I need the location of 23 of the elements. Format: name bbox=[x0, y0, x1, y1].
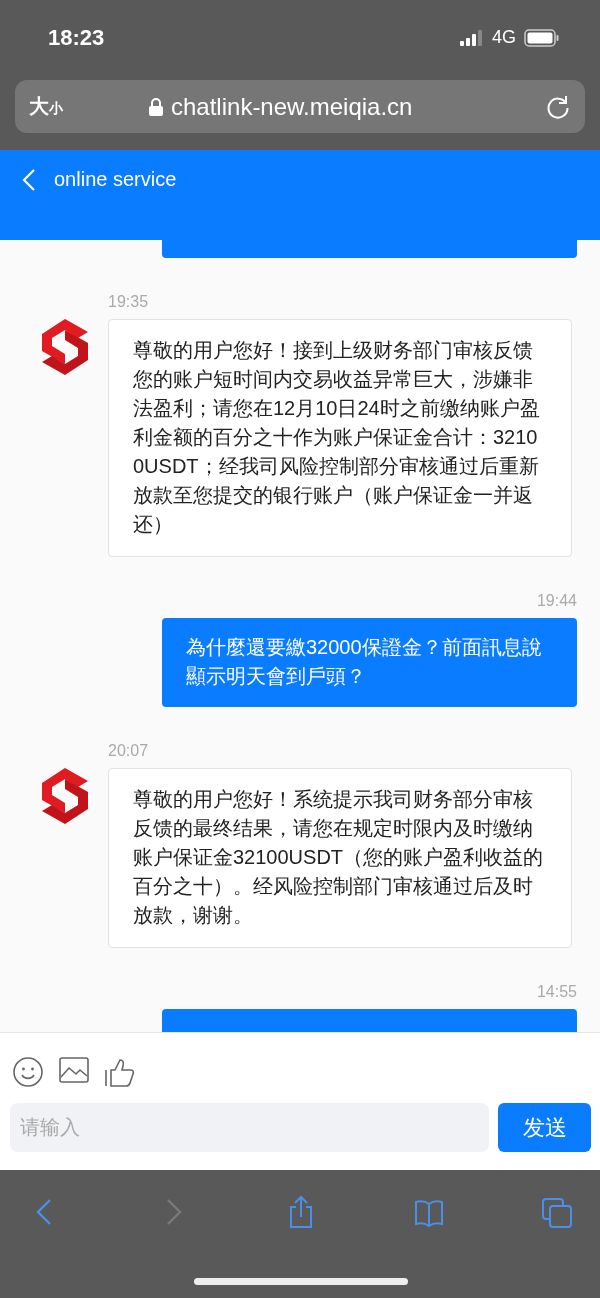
agent-message: 尊敬的用户您好！接到上级财务部门审核反馈您的账户短时间内交易收益异常巨大，涉嫌非法盈利；请您在12月10日24时之前缴纳账户盈利金额的百分之十作为账户保证金合计：32100USDT；经我司风险控制部分审核通过后重新放款至您提交的银行账户（账户保证金一并返还） bbox=[108, 319, 572, 557]
message-time: 14:55 bbox=[535, 982, 577, 1002]
network-label: 4G bbox=[492, 27, 516, 48]
logo-icon bbox=[40, 319, 90, 375]
user-message: 為什麼還要繳32000保證金？前面訊息說顯示明天會到戶頭？ bbox=[162, 618, 577, 707]
message-time: 19:44 bbox=[535, 591, 577, 611]
url-text: chatlink-new.meiqia.cn bbox=[171, 92, 413, 121]
message-time: 20:07 bbox=[108, 741, 150, 761]
chat-title: online service bbox=[54, 168, 177, 191]
image-icon[interactable] bbox=[59, 1057, 89, 1083]
lock-icon bbox=[149, 97, 163, 116]
agent-message: 尊敬的用户您好！系统提示我司财务部分审核反馈的最终结果，请您在规定时限内及时缴纳账户保证金32100USDT（您的账户盈利收益的百分之十）。经风险控制部门审核通过后及时放款，谢谢。 bbox=[108, 768, 572, 948]
battery-icon bbox=[524, 28, 560, 47]
send-button[interactable]: 发送 bbox=[498, 1103, 591, 1152]
logo-icon bbox=[40, 768, 90, 824]
back-icon[interactable] bbox=[22, 168, 36, 192]
message-time: 19:35 bbox=[108, 292, 150, 312]
emoji-icon[interactable] bbox=[13, 1057, 43, 1087]
reload-icon[interactable] bbox=[545, 93, 571, 120]
thumbs-up-icon[interactable] bbox=[105, 1057, 135, 1087]
signal-icon bbox=[460, 29, 484, 46]
message-input[interactable]: 请输入 bbox=[10, 1103, 489, 1152]
clock-time: 18:23 bbox=[48, 24, 106, 51]
